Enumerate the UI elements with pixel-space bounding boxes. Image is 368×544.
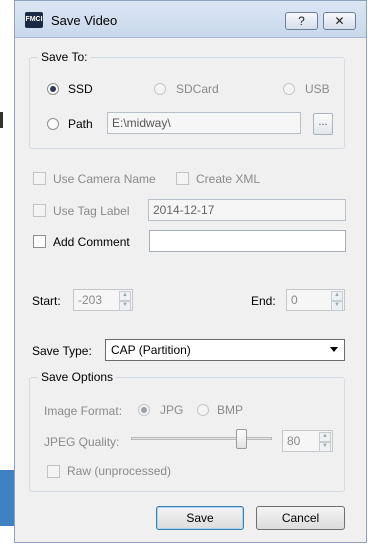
raw-checkbox[interactable] bbox=[47, 465, 60, 478]
bmp-label[interactable]: BMP bbox=[217, 403, 243, 417]
dialog-title: Save Video bbox=[51, 13, 118, 28]
background-edge bbox=[0, 112, 3, 128]
usb-label[interactable]: USB bbox=[305, 82, 330, 96]
help-button[interactable]: ? bbox=[285, 12, 318, 30]
jpeg-quality-spinbox[interactable]: 80 ▲ ▼ bbox=[282, 430, 333, 452]
use-tag-label-checkbox[interactable] bbox=[33, 204, 46, 217]
save-type-value: CAP (Partition) bbox=[111, 343, 191, 357]
jpeg-quality-label: JPEG Quality: bbox=[44, 435, 120, 449]
sdcard-radio[interactable] bbox=[154, 83, 166, 95]
end-spinbox[interactable]: 0 ▲ ▼ bbox=[286, 289, 345, 311]
use-camera-name-checkbox[interactable] bbox=[33, 172, 46, 185]
title-bar[interactable]: FMCI Save Video ? ✕ bbox=[15, 1, 366, 38]
save-video-dialog: FMCI Save Video ? ✕ Save To: SSD SDCard … bbox=[14, 0, 367, 543]
jpeg-quality-value: 80 bbox=[287, 434, 301, 448]
start-spinbox[interactable]: -203 ▲ ▼ bbox=[73, 289, 133, 311]
jpeg-quality-stepper[interactable]: ▲ ▼ bbox=[319, 432, 331, 452]
cancel-button[interactable]: Cancel bbox=[256, 506, 345, 530]
bmp-radio[interactable] bbox=[197, 404, 209, 416]
save-type-label: Save Type: bbox=[32, 344, 92, 358]
start-up-arrow-icon[interactable]: ▲ bbox=[119, 291, 131, 301]
usb-radio[interactable] bbox=[283, 83, 295, 95]
use-tag-label-label[interactable]: Use Tag Label bbox=[53, 204, 130, 218]
start-label: Start: bbox=[32, 294, 61, 308]
save-button[interactable]: Save bbox=[156, 506, 244, 530]
jpg-radio[interactable] bbox=[138, 404, 150, 416]
add-comment-label[interactable]: Add Comment bbox=[53, 235, 130, 249]
create-xml-label[interactable]: Create XML bbox=[196, 172, 260, 186]
save-options-title: Save Options bbox=[38, 370, 117, 384]
end-stepper[interactable]: ▲ ▼ bbox=[331, 291, 343, 311]
jpg-label[interactable]: JPG bbox=[160, 403, 183, 417]
dropdown-arrow-icon[interactable] bbox=[330, 347, 338, 352]
path-radio[interactable] bbox=[47, 118, 59, 130]
sdcard-label[interactable]: SDCard bbox=[176, 82, 219, 96]
add-comment-checkbox[interactable] bbox=[33, 235, 46, 248]
close-button[interactable]: ✕ bbox=[323, 12, 356, 30]
quality-down-arrow-icon[interactable]: ▼ bbox=[319, 442, 331, 452]
tag-label-field[interactable]: 2014-12-17 bbox=[148, 199, 346, 221]
jpeg-quality-slider-track[interactable] bbox=[131, 437, 272, 440]
end-up-arrow-icon[interactable]: ▲ bbox=[331, 291, 343, 301]
browse-button[interactable]: ... bbox=[313, 113, 333, 135]
path-field[interactable]: E:\midway\ bbox=[107, 112, 301, 134]
background-panel bbox=[0, 470, 14, 526]
save-to-title: Save To: bbox=[38, 50, 91, 64]
end-down-arrow-icon[interactable]: ▼ bbox=[331, 301, 343, 311]
create-xml-checkbox[interactable] bbox=[176, 172, 189, 185]
start-value: -203 bbox=[78, 293, 103, 307]
app-logo-icon: FMCI bbox=[25, 12, 43, 28]
quality-up-arrow-icon[interactable]: ▲ bbox=[319, 432, 331, 442]
start-stepper[interactable]: ▲ ▼ bbox=[119, 291, 131, 311]
comment-field[interactable] bbox=[149, 230, 346, 252]
save-type-select[interactable]: CAP (Partition) bbox=[105, 339, 345, 361]
ssd-radio[interactable] bbox=[47, 83, 59, 95]
end-value: 0 bbox=[291, 293, 298, 307]
ssd-label[interactable]: SSD bbox=[68, 82, 93, 96]
jpeg-quality-slider-thumb[interactable] bbox=[236, 429, 247, 449]
save-to-group: Save To: SSD SDCard USB Path E:\midway\ … bbox=[29, 50, 345, 149]
image-format-label: Image Format: bbox=[44, 404, 123, 418]
use-camera-name-label[interactable]: Use Camera Name bbox=[53, 172, 156, 186]
save-options-group: Save Options Image Format: JPG BMP JPEG … bbox=[29, 370, 345, 492]
end-label: End: bbox=[251, 294, 276, 308]
start-down-arrow-icon[interactable]: ▼ bbox=[119, 301, 131, 311]
raw-label[interactable]: Raw (unprocessed) bbox=[67, 464, 171, 478]
path-label[interactable]: Path bbox=[68, 117, 93, 131]
